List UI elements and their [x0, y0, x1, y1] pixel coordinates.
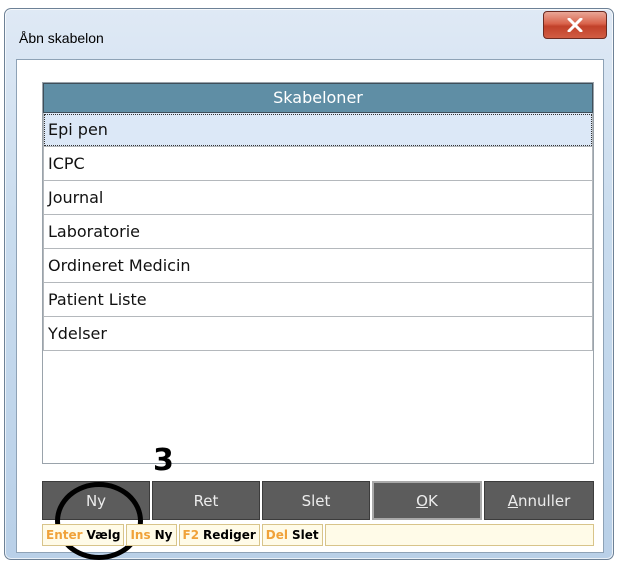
- step-annotation: 3: [153, 443, 174, 478]
- hint-key: Ins: [130, 528, 151, 542]
- hint-enter: Enter Vælg: [42, 524, 125, 546]
- hint-ins: Ins Ny: [126, 524, 177, 546]
- shortcut-hint-bar: Enter Vælg Ins Ny F2 Rediger Del Slet: [42, 524, 594, 546]
- hint-action: Ny: [154, 528, 173, 542]
- window-title: Åbn skabelon: [19, 30, 104, 46]
- cancel-accelerator: A: [507, 491, 518, 510]
- hint-key: Enter: [46, 528, 83, 542]
- close-icon: [567, 18, 583, 32]
- close-button[interactable]: [543, 11, 607, 39]
- ok-button[interactable]: OK: [372, 481, 482, 520]
- title-bar[interactable]: Åbn skabelon: [5, 9, 613, 53]
- dialog-client-area: Skabeloner Epi pen ICPC Journal Laborato…: [16, 59, 604, 560]
- ok-accelerator: O: [416, 491, 428, 510]
- hint-key: Del: [265, 528, 288, 542]
- hint-key: F2: [182, 528, 200, 542]
- cancel-button[interactable]: Annuller: [484, 481, 594, 520]
- list-item-ydelser[interactable]: Ydelser: [43, 317, 593, 351]
- hint-action: Rediger: [203, 528, 256, 542]
- hint-f2: F2 Rediger: [178, 524, 260, 546]
- dialog-window: Åbn skabelon Skabeloner Epi pen ICPC Jou…: [4, 8, 614, 560]
- list-header: Skabeloner: [43, 83, 593, 113]
- cancel-label-rest: nnuller: [518, 491, 571, 510]
- ok-label-rest: K: [427, 491, 438, 510]
- hint-del: Del Slet: [261, 524, 323, 546]
- delete-button[interactable]: Slet: [262, 481, 370, 520]
- list-item-patient-liste[interactable]: Patient Liste: [43, 283, 593, 317]
- list-item-icpc[interactable]: ICPC: [43, 147, 593, 181]
- edit-button[interactable]: Ret: [152, 481, 260, 520]
- hint-action: Vælg: [86, 528, 121, 542]
- list-item-epi-pen[interactable]: Epi pen: [43, 113, 593, 147]
- template-list[interactable]: Skabeloner Epi pen ICPC Journal Laborato…: [42, 82, 594, 464]
- hint-action: Slet: [292, 528, 319, 542]
- highlight-circle: [55, 482, 143, 560]
- hint-bar-filler: [324, 524, 594, 546]
- list-item-ordineret-medicin[interactable]: Ordineret Medicin: [43, 249, 593, 283]
- list-item-laboratorie[interactable]: Laboratorie: [43, 215, 593, 249]
- list-item-journal[interactable]: Journal: [43, 181, 593, 215]
